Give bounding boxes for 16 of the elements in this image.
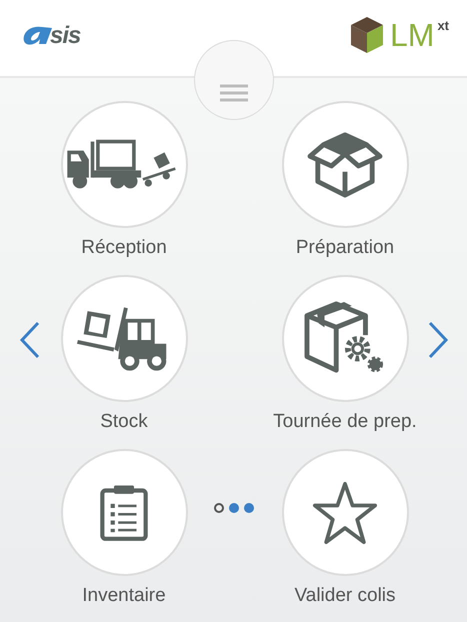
page-dot[interactable] <box>229 503 239 513</box>
clipboard-icon <box>99 482 149 542</box>
brand-logo-text: LM$^{xt}$ <box>390 19 449 51</box>
star-icon <box>312 480 378 544</box>
tile-label[interactable]: Inventaire <box>82 582 166 610</box>
tile-label[interactable]: Stock <box>100 408 148 436</box>
cube-logo-icon <box>350 16 384 54</box>
tile-label[interactable]: Tournée de prep. <box>273 408 417 436</box>
tile-label[interactable]: Valider colis <box>294 582 396 610</box>
menu-icon <box>219 83 249 103</box>
page-dot[interactable] <box>244 503 254 513</box>
open-box-icon <box>306 130 384 198</box>
page-dot[interactable] <box>214 503 224 513</box>
tile-label[interactable]: Préparation <box>296 234 394 262</box>
tile-label[interactable]: Réception <box>81 234 167 262</box>
brand-logo-text: sis <box>50 22 80 50</box>
